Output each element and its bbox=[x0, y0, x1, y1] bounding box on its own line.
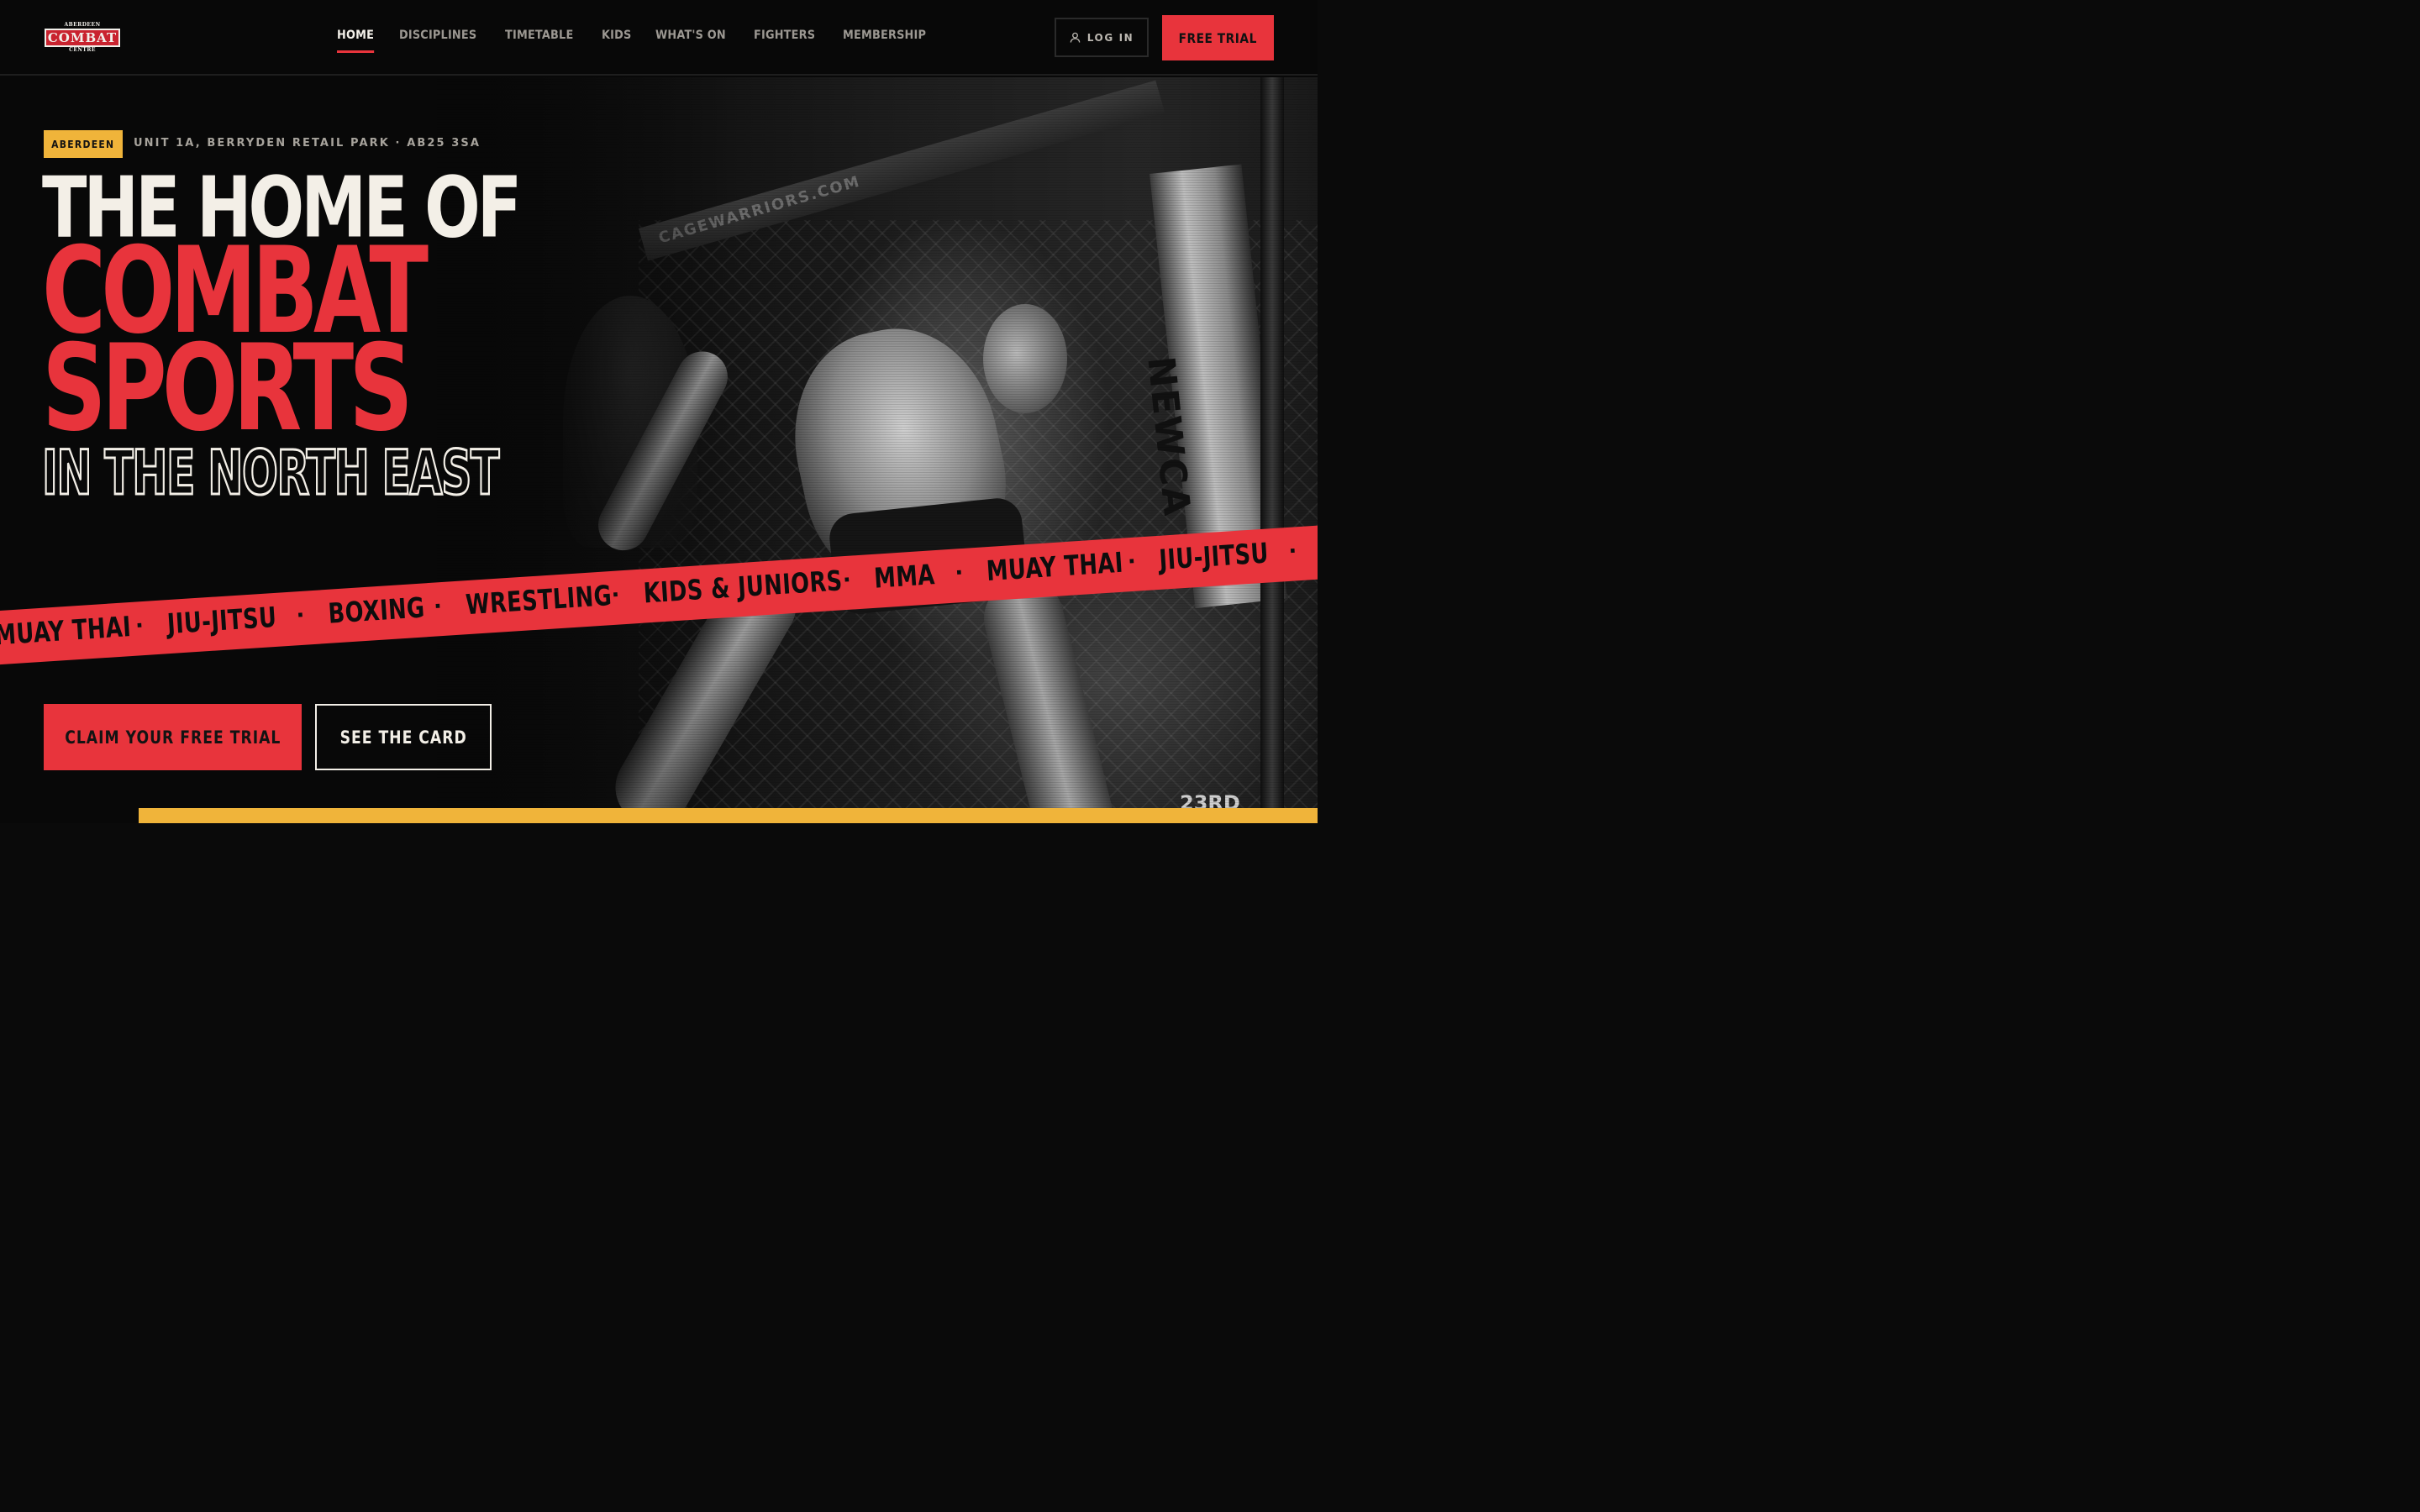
nav-item-label: FIGHTERS bbox=[754, 29, 816, 42]
ticker-separator: · bbox=[1126, 549, 1137, 575]
logo-top-text: ABERDEEN bbox=[64, 22, 101, 28]
see-the-card-label: SEE THE CARD bbox=[339, 727, 467, 748]
headline-line-4: IN THE NORTH EAST bbox=[41, 436, 501, 509]
free-trial-button[interactable]: FREE TRIAL bbox=[1162, 15, 1274, 60]
ticker-separator: · bbox=[841, 567, 852, 593]
user-icon bbox=[1070, 32, 1080, 43]
cage-post-text: NEWCA bbox=[1139, 354, 1199, 520]
see-the-card-button[interactable]: SEE THE CARD bbox=[315, 704, 492, 770]
claim-free-trial-button[interactable]: CLAIM YOUR FREE TRIAL bbox=[44, 704, 302, 770]
yellow-section-strip bbox=[139, 808, 1318, 823]
nav-item-membership[interactable]: MEMBERSHIP bbox=[843, 29, 926, 42]
login-label: LOG IN bbox=[1086, 31, 1134, 44]
nav-item-timetable[interactable]: TIMETABLE bbox=[505, 29, 573, 42]
ticker-separator: · bbox=[295, 602, 306, 628]
site-header: ABERDEEN COMBAT CENTRE HOME DISCIPLINES … bbox=[0, 0, 1318, 76]
location-badge-label: ABERDEEN bbox=[51, 138, 115, 150]
nav-item-whats-on[interactable]: WHAT'S ON bbox=[655, 29, 726, 42]
free-trial-label: FREE TRIAL bbox=[1178, 29, 1258, 46]
cage-net-graphic bbox=[639, 220, 1318, 823]
page: CAGEWARRIORS.COM NEWCA 23RD ABERDEEN COM… bbox=[0, 0, 1318, 823]
ticker-item: MUAY THAI bbox=[0, 610, 133, 652]
cage-rail-text: CAGEWARRIORS.COM bbox=[656, 172, 863, 248]
nav-item-disciplines[interactable]: DISCIPLINES bbox=[399, 29, 476, 42]
cage-rail: CAGEWARRIORS.COM bbox=[639, 80, 1165, 261]
logo-badge: COMBAT bbox=[45, 29, 120, 47]
fighter-head bbox=[983, 304, 1067, 413]
nav-item-label: DISCIPLINES bbox=[398, 29, 477, 42]
nav-item-fighters[interactable]: FIGHTERS bbox=[754, 29, 815, 42]
nav-active-underline bbox=[337, 50, 375, 53]
nav-item-label: WHAT'S ON bbox=[655, 29, 727, 42]
ticker-item: KIDS & JUNIORS bbox=[642, 564, 844, 610]
nav-item-label: MEMBERSHIP bbox=[843, 29, 927, 42]
ticker-separator: · bbox=[134, 612, 145, 639]
headline-line-3: SPORTS bbox=[42, 319, 413, 458]
claim-free-trial-label: CLAIM YOUR FREE TRIAL bbox=[64, 727, 281, 748]
address-text: UNIT 1A, BERRYDEN RETAIL PARK · AB25 3SA bbox=[134, 137, 481, 150]
nav-item-label: HOME bbox=[337, 29, 375, 42]
nav-item-kids[interactable]: KIDS bbox=[602, 29, 631, 42]
fighter-leg bbox=[976, 571, 1121, 823]
ticker-item: MUAY THAI bbox=[986, 545, 1125, 588]
nav-item-home[interactable]: HOME bbox=[337, 29, 375, 53]
logo-bottom-text: CENTRE bbox=[69, 47, 96, 53]
cage-pole bbox=[1260, 77, 1284, 823]
site-logo[interactable]: ABERDEEN COMBAT CENTRE bbox=[45, 22, 120, 54]
nav-item-label: KIDS bbox=[601, 29, 632, 42]
ticker-item: WRESTLING bbox=[464, 579, 613, 622]
ticker-item: JIU-JITSU bbox=[166, 600, 278, 641]
logo-main-text: COMBAT bbox=[47, 29, 118, 45]
main-nav: HOME DISCIPLINES TIMETABLE KIDS WHAT'S O… bbox=[337, 29, 955, 53]
location-badge: ABERDEEN bbox=[44, 130, 123, 158]
ticker-item: JIU-JITSU bbox=[1158, 536, 1270, 576]
ticker-separator: · bbox=[954, 559, 965, 586]
ticker-item: BOXING bbox=[327, 591, 426, 630]
login-button[interactable]: LOG IN bbox=[1055, 18, 1149, 57]
fighter-arm bbox=[589, 342, 737, 559]
ticker-separator: · bbox=[1287, 538, 1298, 564]
referee-silhouette bbox=[563, 296, 697, 548]
ticker-separator: · bbox=[433, 593, 443, 620]
nav-item-label: TIMETABLE bbox=[505, 29, 574, 42]
hero-photo: CAGEWARRIORS.COM NEWCA 23RD bbox=[437, 77, 1318, 823]
ticker-item: MMA bbox=[873, 558, 937, 595]
